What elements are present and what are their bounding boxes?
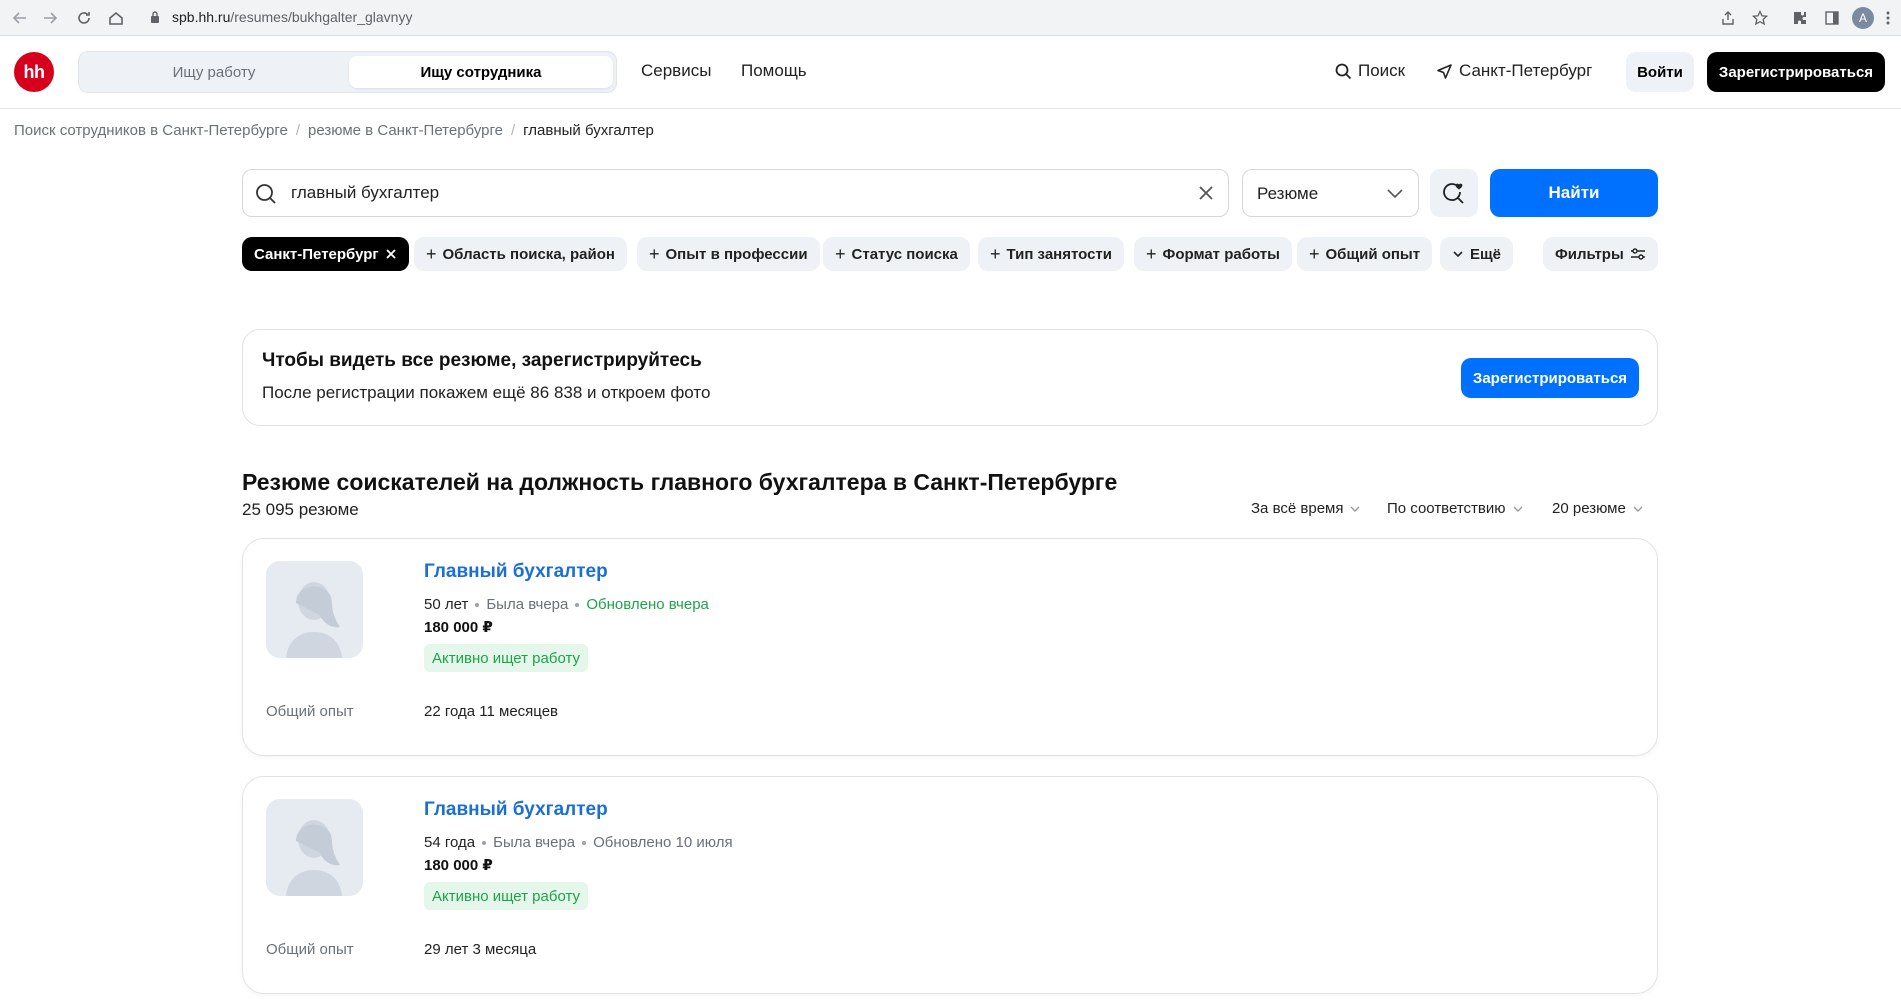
dot-separator (582, 840, 587, 845)
avatar-placeholder (266, 561, 363, 658)
resume-title-link[interactable]: Главный бухгалтер (424, 799, 608, 821)
login-button[interactable]: Войти (1626, 52, 1694, 92)
sliders-icon (1630, 248, 1645, 260)
share-icon[interactable] (1716, 6, 1740, 30)
chevron-down-icon (1350, 506, 1360, 512)
chip-city[interactable]: Санкт-Петербург (242, 237, 409, 271)
profile-avatar[interactable]: A (1852, 7, 1874, 29)
audience-switch: Ищу работу Ищу сотрудника (78, 51, 617, 93)
close-icon[interactable] (385, 248, 397, 260)
tab-job-seeker[interactable]: Ищу работу (83, 56, 345, 88)
nav-help[interactable]: Помощь (741, 61, 807, 81)
resume-salary: 180 000 ₽ (424, 619, 493, 636)
experience-label: Общий опыт (266, 941, 354, 958)
address-url: spb.hh.ru/resumes/bukhgalter_glavnyy (172, 9, 413, 25)
header-search-link[interactable]: Поиск (1335, 61, 1405, 81)
chip-employment-type[interactable]: + Тип занятости (978, 237, 1124, 271)
plus-icon: + (1309, 244, 1320, 264)
search-input[interactable]: главный бухгалтер (242, 169, 1229, 217)
location-arrow-icon (1437, 63, 1452, 79)
resume-card[interactable]: Главный бухгалтер 54 года Была вчера Обн… (242, 776, 1658, 994)
results-title: Резюме соискателей на должность главного… (242, 469, 1118, 495)
sort-order-select[interactable]: По соответствию (1387, 500, 1524, 517)
browser-toolbar: spb.hh.ru/resumes/bukhgalter_glavnyy A (0, 0, 1901, 36)
nav-services[interactable]: Сервисы (641, 61, 711, 81)
breadcrumb-separator: / (510, 122, 516, 139)
search-heart-icon (1443, 183, 1464, 204)
plus-icon: + (649, 244, 660, 264)
avatar-placeholder (266, 799, 363, 896)
dot-separator (575, 602, 580, 607)
chip-experience-profession[interactable]: + Опыт в профессии (637, 237, 820, 271)
reload-icon[interactable] (72, 6, 96, 30)
resume-salary: 180 000 ₽ (424, 857, 493, 874)
lock-icon (150, 10, 160, 29)
resume-meta: 54 года Была вчера Обновлено 10 июля (424, 834, 733, 851)
plus-icon: + (835, 244, 846, 264)
breadcrumb-current: главный бухгалтер (523, 122, 654, 139)
per-page-select[interactable]: 20 резюме (1552, 500, 1644, 517)
chip-more[interactable]: Ещё (1440, 237, 1514, 271)
forward-arrow-icon[interactable] (38, 6, 62, 30)
header-city-selector[interactable]: Санкт-Петербург (1436, 61, 1592, 81)
experience-value: 22 года 11 месяцев (424, 703, 559, 720)
breadcrumb-separator: / (295, 122, 301, 139)
search-type-select[interactable]: Резюме (1242, 169, 1419, 217)
chevron-down-icon (1513, 506, 1522, 512)
chip-total-experience[interactable]: + Общий опыт (1297, 237, 1433, 271)
extensions-icon[interactable] (1788, 6, 1812, 30)
chevron-down-icon (1633, 506, 1643, 512)
tab-employer[interactable]: Ищу сотрудника (349, 56, 613, 88)
sidepanel-icon[interactable] (1820, 6, 1844, 30)
chevron-down-icon (1453, 251, 1463, 258)
breadcrumb-link-employees[interactable]: Поиск сотрудников в Санкт-Петербурге (14, 122, 288, 139)
chip-area[interactable]: + Область поиска, район (414, 237, 627, 271)
filters-button[interactable]: Фильтры (1543, 237, 1658, 271)
search-icon (1335, 63, 1352, 79)
register-button[interactable]: Зарегистрироваться (1707, 52, 1885, 92)
search-icon (255, 183, 277, 210)
banner-register-button[interactable]: Зарегистрироваться (1461, 358, 1639, 398)
bookmark-star-icon[interactable] (1748, 6, 1772, 30)
resume-title-link[interactable]: Главный бухгалтер (424, 561, 608, 583)
experience-value: 29 лет 3 месяца (424, 941, 537, 958)
dot-separator (475, 602, 480, 607)
kebab-menu-icon[interactable] (1876, 6, 1900, 30)
saved-searches-button[interactable] (1430, 169, 1478, 217)
breadcrumb: Поиск сотрудников в Санкт-Петербурге / р… (14, 122, 654, 139)
search-query: главный бухгалтер (291, 183, 440, 202)
plus-icon: + (1146, 244, 1157, 264)
find-button[interactable]: Найти (1490, 169, 1658, 217)
sort-period-select[interactable]: За всё время (1251, 500, 1361, 517)
home-icon[interactable] (104, 6, 128, 30)
resume-card[interactable]: Главный бухгалтер 50 лет Была вчера Обно… (242, 538, 1658, 756)
status-badge: Активно ищет работу (424, 644, 589, 672)
results-count: 25 095 резюме (242, 500, 359, 519)
dot-separator (482, 840, 487, 845)
status-badge: Активно ищет работу (424, 882, 589, 910)
experience-label: Общий опыт (266, 703, 354, 720)
chip-search-status[interactable]: + Статус поиска (823, 237, 970, 271)
banner-title: Чтобы видеть все резюме, зарегистрируйте… (262, 350, 702, 371)
hh-logo[interactable]: hh (14, 52, 54, 92)
chip-work-format[interactable]: + Формат работы (1134, 237, 1292, 271)
site-header: hh Ищу работу Ищу сотрудника Сервисы Пом… (0, 36, 1901, 109)
back-arrow-icon[interactable] (8, 6, 32, 30)
chevron-down-icon (1386, 186, 1404, 205)
banner-subtitle: После регистрации покажем ещё 86 838 и о… (262, 383, 711, 402)
plus-icon: + (426, 244, 437, 264)
resume-meta: 50 лет Была вчера Обновлено вчера (424, 596, 709, 613)
plus-icon: + (990, 244, 1001, 264)
breadcrumb-link-resumes[interactable]: резюме в Санкт-Петербурге (308, 122, 503, 139)
register-banner: Чтобы видеть все резюме, зарегистрируйте… (242, 329, 1658, 426)
clear-icon[interactable] (1196, 183, 1216, 208)
